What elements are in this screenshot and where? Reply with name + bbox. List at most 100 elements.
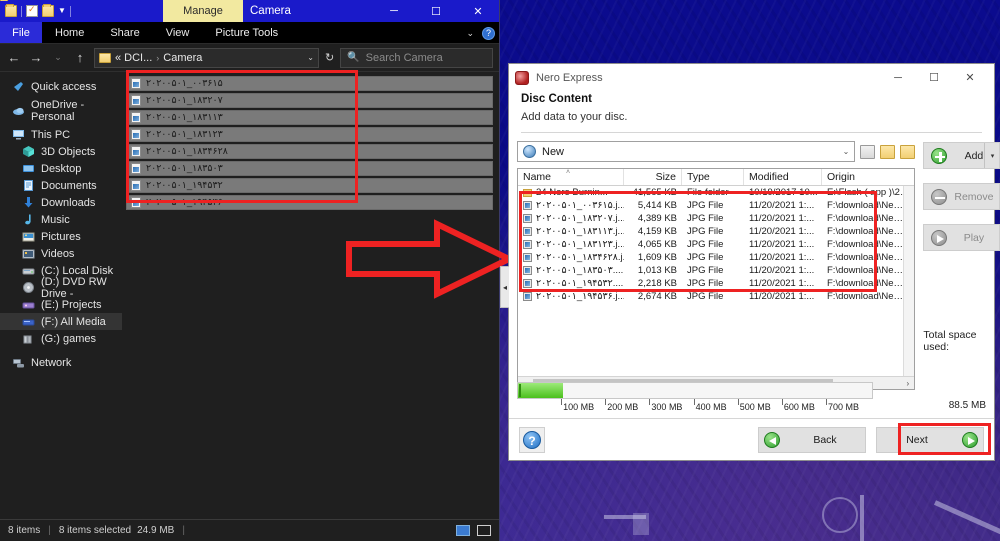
table-row[interactable]: ۲۰۲۰۰۵۰۱_۱۹۴۵۳۶.j... 2,674 KB JPG File 1… [518,290,914,303]
view-switcher[interactable] [456,525,491,536]
tab-view[interactable]: View [153,22,203,43]
recent-locations-button[interactable]: ⌄ [50,52,66,63]
sidebar-item-quick-access[interactable]: Quick access [0,78,122,95]
new-disc-icon[interactable] [860,144,876,159]
column-header-name[interactable]: Name ˄ [518,169,624,185]
properties-icon[interactable] [26,3,38,17]
nero-title-bar[interactable]: Nero Express ─ ☐ ✕ [509,64,994,91]
sidebar-item-downloads[interactable]: Downloads [0,194,122,211]
scroll-right-icon[interactable]: › [901,379,914,388]
file-list-item[interactable]: ۲۰۲۰۰۵۰۱_۱۸۳۱۱۳ [126,110,493,125]
new-folder-icon[interactable] [42,4,54,17]
refresh-icon[interactable]: ↻ [325,51,334,64]
tab-home[interactable]: Home [42,22,97,43]
window-controls[interactable]: ─ ☐ ✕ [373,0,499,22]
table-row[interactable]: ۲۰۲۰۰۵۰۱_۱۸۳۲۰۷.j... 4,389 KB JPG File 1… [518,212,914,225]
maximize-button[interactable]: ☐ [415,0,457,22]
open-folder-icon[interactable] [880,144,896,159]
tab-picture-tools[interactable]: Picture Tools [202,22,291,43]
sidebar-item-onedrive[interactable]: OneDrive - Personal [0,99,122,123]
maximize-button[interactable]: ☐ [916,64,952,91]
table-row[interactable]: ۲۰۲۰۰۵۰۱_۱۸۳۱۱۳.j... 4,159 KB JPG File 1… [518,225,914,238]
ribbon-tab-bar[interactable]: File Home Share View Picture Tools ⌄ ? [0,22,499,44]
nero-footer[interactable]: ? Back Next [509,418,994,460]
add-button[interactable]: Add ▾ [923,142,1000,169]
collapse-handle[interactable]: ◂ [500,266,509,308]
column-header-type[interactable]: Type [682,169,744,185]
sidebar-item-games-g[interactable]: (G:) games [0,330,122,347]
sidebar-item-3d-objects[interactable]: 3D Objects [0,143,122,160]
column-header-origin[interactable]: Origin [822,169,914,185]
table-row[interactable]: ۲۰۲۰۰۵۰۱_۱۸۳۴۶۲۸.j... 1,609 KB JPG File … [518,251,914,264]
up-button[interactable]: ↑ [72,50,88,65]
sidebar-item-this-pc[interactable]: This PC [0,126,122,143]
disc-content-table[interactable]: Name ˄ Size Type Modified Origin 24 Nero… [517,168,916,390]
chevron-down-icon[interactable]: ▾ [984,143,999,168]
sidebar-item-music[interactable]: Music [0,211,122,228]
breadcrumb[interactable]: « DCI... › Camera ⌄ [94,47,319,68]
table-row[interactable]: ۲۰۲۰۰۵۰۱_۱۸۳۵۰۳.... 1,013 KB JPG File 11… [518,264,914,277]
compilation-toolbar[interactable]: New ⌄ [517,141,916,162]
chevron-down-icon[interactable]: ⌄ [466,28,474,39]
large-icons-view-icon[interactable] [477,525,491,536]
column-header-size[interactable]: Size [624,169,682,185]
quick-access-toolbar[interactable]: ▼ [0,3,71,17]
compilation-select[interactable]: New ⌄ [517,141,856,162]
help-button[interactable]: ? [519,426,545,453]
folder-icon[interactable] [5,4,17,17]
column-header-modified[interactable]: Modified [744,169,822,185]
close-button[interactable]: ✕ [457,0,499,22]
breadcrumb-leaf[interactable]: Camera [163,52,202,64]
minimize-button[interactable]: ─ [880,64,916,91]
close-button[interactable]: ✕ [952,64,988,91]
row-origin: E:\Flash ( app )\2… [827,187,910,198]
file-list-item[interactable]: ۲۰۲۰۰۵۰۱_۱۹۴۵۳۲ [126,178,493,193]
copy-icon[interactable] [900,144,916,159]
vertical-scrollbar[interactable] [903,186,915,376]
breadcrumb-root[interactable]: « DCI... [115,52,152,64]
chevron-down-icon[interactable]: ⌄ [843,147,850,156]
sidebar-item-network[interactable]: Network [0,354,122,371]
sidebar-item-desktop[interactable]: Desktop [0,160,122,177]
minimize-button[interactable]: ─ [373,0,415,22]
sidebar-item-videos[interactable]: Videos [0,245,122,262]
nero-express-window[interactable]: ◂ Nero Express ─ ☐ ✕ Disc Content Add da… [500,64,1000,460]
chevron-down-icon[interactable]: ⌄ [307,53,314,62]
table-row[interactable]: 24 Nero Burnin... 41,565 KB File folder … [518,186,914,199]
contextual-tab-manage[interactable]: Manage [163,0,243,22]
sidebar-item-dvd-drive-d[interactable]: (D:) DVD RW Drive - [0,276,122,300]
back-button[interactable]: ← [6,50,22,65]
details-view-icon[interactable] [456,525,470,536]
tab-file[interactable]: File [0,22,42,43]
forward-button[interactable]: → [28,50,44,65]
file-list-item[interactable]: ۲۰۲۰۰۵۰۱_۱۸۳۱۲۳ [126,127,493,142]
sidebar-item-all-media-f[interactable]: (F:) All Media [0,313,122,330]
search-input[interactable]: 🔍 Search Camera [340,47,493,68]
chevron-down-icon[interactable]: ▼ [58,7,66,15]
nero-action-buttons[interactable]: Add ▾ Remove Play Total space used: [923,141,1000,390]
file-list-item[interactable]: ۲۰۲۰۰۵۰۱_۱۸۳۴۶۲۸ [126,144,493,159]
play-button[interactable]: Play [923,224,1000,251]
next-button[interactable]: Next [876,426,984,453]
file-list-item[interactable]: ۲۰۲۰۰۵۰۱_۱۸۳۵۰۳ [126,161,493,176]
remove-button[interactable]: Remove [923,183,1000,210]
nero-window-controls[interactable]: ─ ☐ ✕ [880,64,988,91]
sidebar-item-pictures[interactable]: Pictures [0,228,122,245]
navigation-pane[interactable]: Quick access OneDrive - Personal This PC… [0,72,122,519]
sidebar-item-documents[interactable]: Documents [0,177,122,194]
table-row[interactable]: ۲۰۲۰۰۵۰۱_۱۸۳۱۲۳.j... 4,065 KB JPG File 1… [518,238,914,251]
documents-icon [22,179,35,192]
help-icon[interactable]: ? [482,26,495,40]
tab-share[interactable]: Share [97,22,152,43]
back-button[interactable]: Back [758,426,866,453]
file-list-item[interactable]: ۲۰۲۰۰۵۰۱_۱۹۴۵۳۶ [126,195,493,210]
table-row[interactable]: ۲۰۲۰۰۵۰۱_۱۹۴۵۳۲.... 2,218 KB JPG File 11… [518,277,914,290]
table-header[interactable]: Name ˄ Size Type Modified Origin [518,169,915,186]
file-list-item[interactable]: ۲۰۲۰۰۵۰۱_۱۸۳۲۰۷ [126,93,493,108]
table-row[interactable]: ۲۰۲۰۰۵۰۱_۰۰۳۶۱۵.j... 5,414 KB JPG File 1… [518,199,914,212]
capacity-gauge: 100 MB 200 MB 300 MB 400 MB 500 MB 600 M… [517,382,873,414]
explorer-title-bar[interactable]: ▼ Manage Camera ─ ☐ ✕ [0,0,499,22]
file-list-item[interactable]: ۲۰۲۰۰۵۰۱_۰۰۳۶۱۵ [126,76,493,91]
ribbon-right-controls[interactable]: ⌄ ? [466,22,495,44]
address-bar[interactable]: ← → ⌄ ↑ « DCI... › Camera ⌄ ↻ 🔍 Search C… [0,44,499,72]
